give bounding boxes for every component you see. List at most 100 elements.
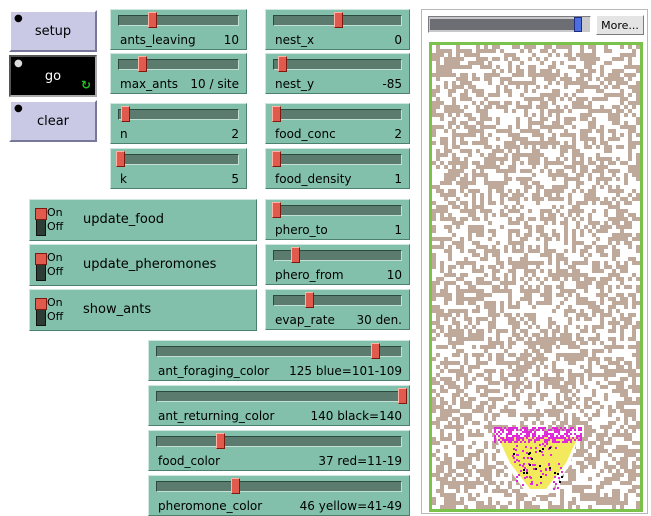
slider-ant-foraging-color[interactable]: ant_foraging_color 125 blue=101-109 xyxy=(148,340,410,381)
slider-nest-x[interactable]: nest_x 0 xyxy=(265,9,410,50)
switch-toggle[interactable] xyxy=(35,253,47,281)
slider-thumb[interactable] xyxy=(278,56,287,72)
slider-thumb[interactable] xyxy=(272,106,281,122)
slider-track[interactable] xyxy=(273,205,402,216)
clear-label: clear xyxy=(36,113,70,129)
switch-toggle[interactable] xyxy=(35,298,47,326)
slider-track[interactable] xyxy=(156,391,402,402)
slider-thumb[interactable] xyxy=(148,12,157,28)
slider-value: -85 xyxy=(382,77,402,91)
slider-value: 1 xyxy=(394,172,402,186)
button-corner-icon: ● xyxy=(14,103,23,114)
slider-value: 1 xyxy=(394,223,402,237)
slider-thumb[interactable] xyxy=(371,343,380,359)
speed-slider[interactable] xyxy=(428,16,591,33)
world-view[interactable] xyxy=(429,42,643,512)
slider-track[interactable] xyxy=(118,154,239,165)
slider-thumb[interactable] xyxy=(305,292,314,308)
slider-value: 140 black=140 xyxy=(310,409,402,423)
slider-max-ants[interactable]: max_ants 10 / site xyxy=(110,53,247,94)
slider-evap-rate[interactable]: evap_rate 30 den. xyxy=(265,289,410,330)
slider-track[interactable] xyxy=(156,481,402,492)
switch-update-pheromones[interactable]: On Off update_pheromones xyxy=(29,244,257,286)
slider-value: 46 yellow=41-49 xyxy=(299,499,402,513)
slider-label: ant_foraging_color xyxy=(158,364,270,378)
go-button[interactable]: ● go ↻ xyxy=(9,55,97,97)
slider-food-color[interactable]: food_color 37 red=11-19 xyxy=(148,430,410,471)
slider-thumb[interactable] xyxy=(116,151,125,167)
slider-ant-returning-color[interactable]: ant_returning_color 140 black=140 xyxy=(148,385,410,426)
slider-value: 10 xyxy=(223,33,239,47)
slider-phero-from[interactable]: phero_from 10 xyxy=(265,244,410,285)
slider-value: 5 xyxy=(231,172,239,186)
slider-value: 10 xyxy=(386,268,402,282)
go-label: go xyxy=(44,68,62,84)
slider-label: n xyxy=(120,127,128,141)
slider-label: nest_x xyxy=(275,33,315,47)
switch-knob[interactable] xyxy=(35,253,47,265)
slider-thumb[interactable] xyxy=(334,12,343,28)
slider-thumb[interactable] xyxy=(398,388,407,404)
slider-thumb[interactable] xyxy=(216,433,225,449)
slider-value: 125 blue=101-109 xyxy=(289,364,402,378)
clear-button[interactable]: ● clear xyxy=(9,100,97,142)
switch-update-food[interactable]: On Off update_food xyxy=(29,199,257,241)
slider-value: 2 xyxy=(394,127,402,141)
slider-thumb[interactable] xyxy=(231,478,240,494)
slider-ants-leaving[interactable]: ants_leaving 10 xyxy=(110,9,247,50)
slider-n[interactable]: n2 xyxy=(110,103,247,144)
slider-label: k xyxy=(120,172,127,186)
switch-on-label: On xyxy=(47,296,63,309)
speed-slider-thumb[interactable] xyxy=(574,17,582,32)
switch-knob[interactable] xyxy=(35,298,47,310)
view-panel: More... xyxy=(421,9,648,514)
slider-thumb[interactable] xyxy=(121,106,130,122)
slider-track[interactable] xyxy=(273,295,402,306)
slider-label: food_density xyxy=(275,172,352,186)
slider-track[interactable] xyxy=(118,15,239,26)
slider-label: ants_leaving xyxy=(120,33,196,47)
switch-toggle[interactable] xyxy=(35,208,47,236)
switch-off-label: Off xyxy=(47,220,64,233)
setup-label: setup xyxy=(34,23,72,39)
switch-name: update_pheromones xyxy=(83,257,217,272)
slider-value: 2 xyxy=(231,127,239,141)
slider-thumb[interactable] xyxy=(138,56,147,72)
slider-food-conc[interactable]: food_conc 2 xyxy=(265,103,410,144)
slider-track[interactable] xyxy=(156,346,402,357)
slider-track[interactable] xyxy=(273,109,402,120)
switch-knob[interactable] xyxy=(35,208,47,220)
slider-label: evap_rate xyxy=(275,313,335,327)
slider-pheromone-color[interactable]: pheromone_color 46 yellow=41-49 xyxy=(148,475,410,516)
slider-track[interactable] xyxy=(273,154,402,165)
slider-label: phero_from xyxy=(275,268,344,282)
switch-show-ants[interactable]: On Off show_ants xyxy=(29,289,257,331)
more-button[interactable]: More... xyxy=(596,15,644,35)
slider-track[interactable] xyxy=(273,59,402,70)
slider-track[interactable] xyxy=(118,109,239,120)
switch-name: update_food xyxy=(83,212,165,227)
slider-thumb[interactable] xyxy=(291,247,300,263)
slider-value: 10 / site xyxy=(190,77,239,91)
slider-track[interactable] xyxy=(118,59,239,70)
speed-slider-fill xyxy=(430,19,578,30)
slider-value: 0 xyxy=(394,33,402,47)
button-corner-icon: ● xyxy=(14,13,23,24)
slider-nest-y[interactable]: nest_y -85 xyxy=(265,53,410,94)
switch-off-label: Off xyxy=(47,310,64,323)
slider-k[interactable]: k5 xyxy=(110,148,247,189)
switch-off-label: Off xyxy=(47,265,64,278)
slider-label: max_ants xyxy=(120,77,179,91)
setup-button[interactable]: ● setup xyxy=(9,10,97,52)
slider-thumb[interactable] xyxy=(272,202,281,218)
slider-food-density[interactable]: food_density 1 xyxy=(265,148,410,189)
slider-label: pheromone_color xyxy=(158,499,263,513)
slider-label: ant_returning_color xyxy=(158,409,275,423)
world-canvas[interactable] xyxy=(432,45,640,509)
slider-thumb[interactable] xyxy=(272,151,281,167)
slider-track[interactable] xyxy=(156,436,402,447)
forever-icon: ↻ xyxy=(80,78,91,92)
slider-phero-to[interactable]: phero_to 1 xyxy=(265,199,410,240)
slider-label: food_color xyxy=(158,454,221,468)
slider-value: 30 den. xyxy=(356,313,402,327)
